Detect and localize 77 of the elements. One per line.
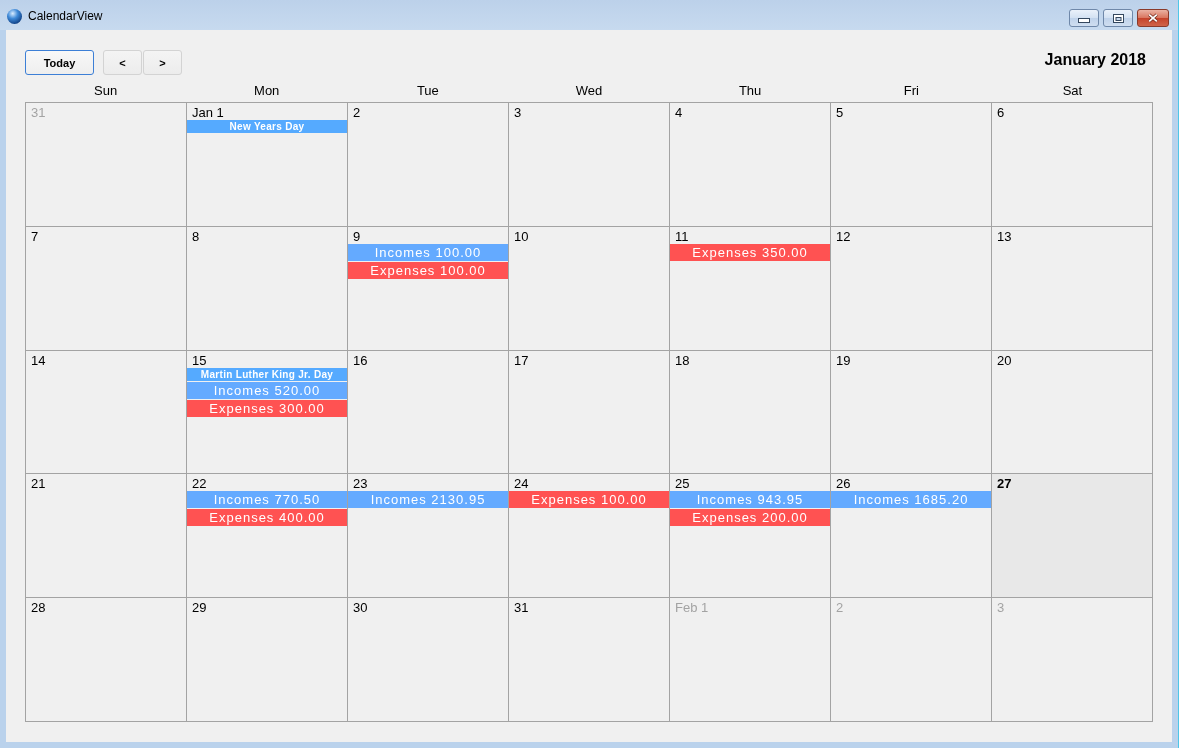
date-label: 17	[514, 352, 529, 368]
date-label: 26	[836, 476, 851, 492]
date-label: 16	[353, 352, 368, 368]
maximize-icon	[1112, 13, 1124, 23]
day-cell[interactable]: 6	[992, 103, 1153, 227]
date-label: 10	[514, 228, 529, 244]
date-label: 20	[997, 352, 1012, 368]
date-label: 18	[675, 352, 690, 368]
date-label: 28	[31, 600, 46, 616]
date-label: 22	[192, 476, 207, 492]
sphere-icon	[7, 8, 22, 24]
minimize-icon	[1078, 18, 1090, 23]
day-cell[interactable]: 17	[509, 350, 670, 475]
day-cell[interactable]: 24 Expenses 100.00	[509, 474, 670, 599]
day-cell[interactable]: 16	[348, 350, 509, 475]
day-cell[interactable]: 30	[348, 598, 509, 722]
date-label: 27	[997, 476, 1012, 492]
date-label: 2	[353, 105, 361, 120]
date-label: 29	[192, 600, 207, 616]
date-label: 3	[514, 105, 522, 120]
date-label: 31	[514, 600, 529, 616]
date-label: 6	[997, 105, 1005, 120]
date-label: Jan 1	[192, 105, 224, 120]
close-icon	[1147, 13, 1159, 23]
day-cell[interactable]: 27	[992, 474, 1153, 599]
previous-button[interactable]: <	[103, 50, 142, 75]
day-cell[interactable]: 26 Incomes 1685.20	[831, 474, 992, 599]
day-cell[interactable]: 28	[26, 598, 187, 722]
date-label: 8	[192, 228, 200, 244]
date-label: 31	[31, 105, 46, 120]
day-cell[interactable]: 5	[831, 103, 992, 227]
date-label: 13	[997, 228, 1012, 244]
day-cell[interactable]: 18	[670, 350, 831, 475]
day-cell[interactable]: 23 Incomes 2130.95	[348, 474, 509, 599]
day-cell[interactable]: 13	[992, 226, 1153, 351]
day-cell[interactable]: 12	[831, 226, 992, 351]
date-label: 9	[353, 228, 361, 244]
date-label: 5	[836, 105, 844, 120]
weekday-header: Sun	[94, 82, 118, 98]
date-label: 12	[836, 228, 851, 244]
day-cell[interactable]: 29	[187, 598, 348, 722]
weekday-header: Thu	[738, 82, 762, 98]
window-title: CalendarView	[28, 9, 103, 23]
weekday-header: Tue	[416, 82, 439, 98]
day-cell[interactable]: 2	[348, 103, 509, 227]
date-label: 30	[353, 600, 368, 616]
date-label: 7	[31, 228, 39, 244]
today-button[interactable]: Today	[25, 50, 94, 75]
date-label: 21	[31, 476, 46, 492]
weekday-header: Sat	[1062, 82, 1083, 98]
date-label: 2	[836, 600, 844, 616]
day-cell[interactable]: 4	[670, 103, 831, 227]
day-cell[interactable]: 19	[831, 350, 992, 475]
date-label: 25	[675, 476, 690, 492]
day-cell[interactable]: 10	[509, 226, 670, 351]
day-cell[interactable]: 7	[26, 226, 187, 351]
date-label: 24	[514, 476, 529, 492]
day-cell[interactable]: 3	[509, 103, 670, 227]
day-cell[interactable]: Jan 1 New Years Day	[187, 103, 348, 227]
maximize-button[interactable]	[1103, 9, 1133, 27]
close-button[interactable]	[1137, 9, 1169, 27]
date-label: 14	[31, 352, 46, 368]
day-cell[interactable]: 11 Expenses 350.00	[670, 226, 831, 351]
next-button[interactable]: >	[143, 50, 182, 75]
minimize-button[interactable]	[1069, 9, 1099, 27]
date-label: 4	[675, 105, 683, 120]
date-label: Feb 1	[675, 600, 709, 616]
date-label: 23	[353, 476, 368, 492]
date-label: 11	[675, 228, 689, 244]
date-label: 15	[192, 352, 207, 368]
weekday-header: Wed	[575, 82, 603, 98]
month-title: January 2018	[1044, 50, 1146, 70]
date-label: 3	[997, 600, 1005, 616]
date-label: 19	[836, 352, 851, 368]
day-cell[interactable]: 31	[509, 598, 670, 722]
weekday-header: Fri	[903, 82, 919, 98]
weekday-header: Mon	[254, 82, 280, 98]
